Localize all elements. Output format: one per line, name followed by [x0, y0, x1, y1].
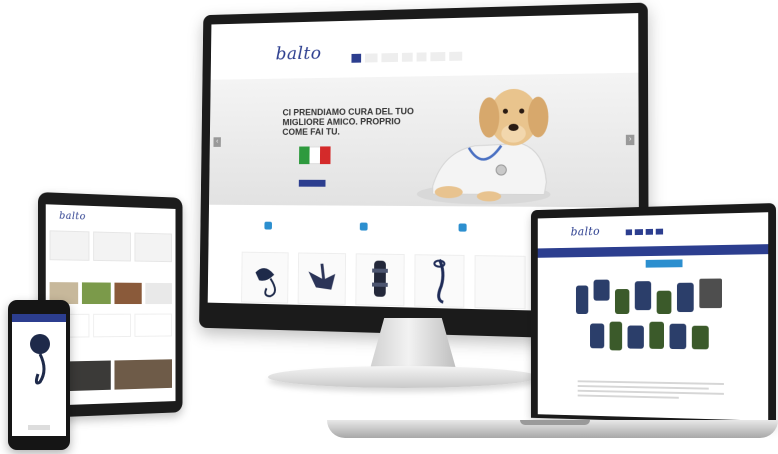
product-card[interactable] — [92, 231, 132, 262]
phone-top-bar — [12, 314, 66, 322]
laptop-section-button[interactable] — [645, 259, 683, 268]
tablet-thumbnail[interactable] — [145, 282, 172, 305]
text-line — [577, 380, 724, 386]
info-block — [92, 313, 132, 338]
nav-item[interactable] — [635, 229, 644, 236]
text-line — [577, 394, 679, 399]
nav-item[interactable] — [430, 52, 446, 62]
feature-icon — [359, 222, 368, 231]
nav-item[interactable] — [402, 52, 413, 62]
laptop-caption — [538, 368, 768, 372]
product-card[interactable] — [474, 255, 526, 310]
monitor-site-logo[interactable]: balto — [276, 43, 322, 64]
monitor-hero-banner: ‹ › CI PRENDIAMO CURA DEL TUO MIGLIORE A… — [209, 72, 639, 208]
nav-item[interactable] — [449, 51, 462, 61]
product-card[interactable] — [297, 252, 347, 305]
product-harness-icon — [308, 253, 336, 290]
nav-item[interactable] — [365, 53, 378, 63]
laptop-screen: balto — [537, 212, 769, 421]
phone-screen — [12, 314, 66, 436]
hero-cta-button[interactable] — [298, 179, 326, 187]
devices-mockup: balto ‹ › CI PRENDIAMO CURA DEL TUO MIGL… — [0, 0, 778, 454]
monitor-stand-base — [268, 366, 538, 388]
text-line — [577, 385, 709, 390]
laptop-site-logo[interactable]: balto — [571, 224, 600, 238]
laptop-body-text — [577, 380, 724, 402]
laptop-nav-menu — [625, 228, 663, 236]
feature-item — [359, 214, 451, 241]
product-card[interactable] — [355, 253, 405, 307]
monitor-site-header: balto — [210, 13, 639, 80]
nav-item[interactable] — [655, 228, 663, 235]
dog-illustration — [416, 88, 551, 205]
laptop-site-header: balto — [538, 212, 768, 246]
product-card[interactable] — [241, 251, 289, 304]
product-collar-icon — [255, 267, 288, 303]
nav-item[interactable] — [381, 52, 399, 63]
laptop-device: balto — [530, 203, 776, 425]
product-collar-icon — [30, 334, 50, 385]
phone-action-button[interactable] — [28, 425, 50, 430]
product-card[interactable] — [134, 232, 172, 263]
nav-item[interactable] — [625, 229, 633, 236]
tablet-thumb-row — [49, 282, 172, 305]
product-leash-icon — [415, 255, 463, 307]
laptop-product-collage — [575, 278, 723, 351]
tablet-thumbnail[interactable] — [113, 282, 142, 305]
nav-item[interactable] — [416, 52, 427, 62]
product-card[interactable] — [49, 230, 90, 261]
product-card[interactable] — [414, 254, 465, 308]
nav-item[interactable] — [351, 53, 362, 63]
laptop-notch — [520, 420, 590, 425]
hero-headline: CI PRENDIAMO CURA DEL TUO MIGLIORE AMICO… — [282, 106, 414, 137]
product-brace-icon — [372, 261, 388, 298]
laptop-title-band — [537, 244, 769, 258]
tablet-site-logo[interactable]: balto — [59, 211, 86, 223]
hero-prev-arrow-icon[interactable]: ‹ — [213, 137, 221, 147]
feature-icon — [458, 223, 467, 232]
feature-icon — [264, 221, 272, 230]
smartphone-device — [8, 300, 70, 450]
hero-next-arrow-icon[interactable]: › — [625, 134, 635, 146]
feature-item — [264, 213, 352, 239]
italian-flag-icon — [299, 146, 332, 165]
monitor-nav-menu — [351, 51, 462, 63]
info-block — [134, 313, 172, 337]
nav-item[interactable] — [646, 228, 653, 235]
tablet-product-row — [49, 230, 172, 263]
tablet-thumbnail[interactable] — [82, 282, 111, 305]
tablet-photo[interactable] — [113, 359, 172, 390]
